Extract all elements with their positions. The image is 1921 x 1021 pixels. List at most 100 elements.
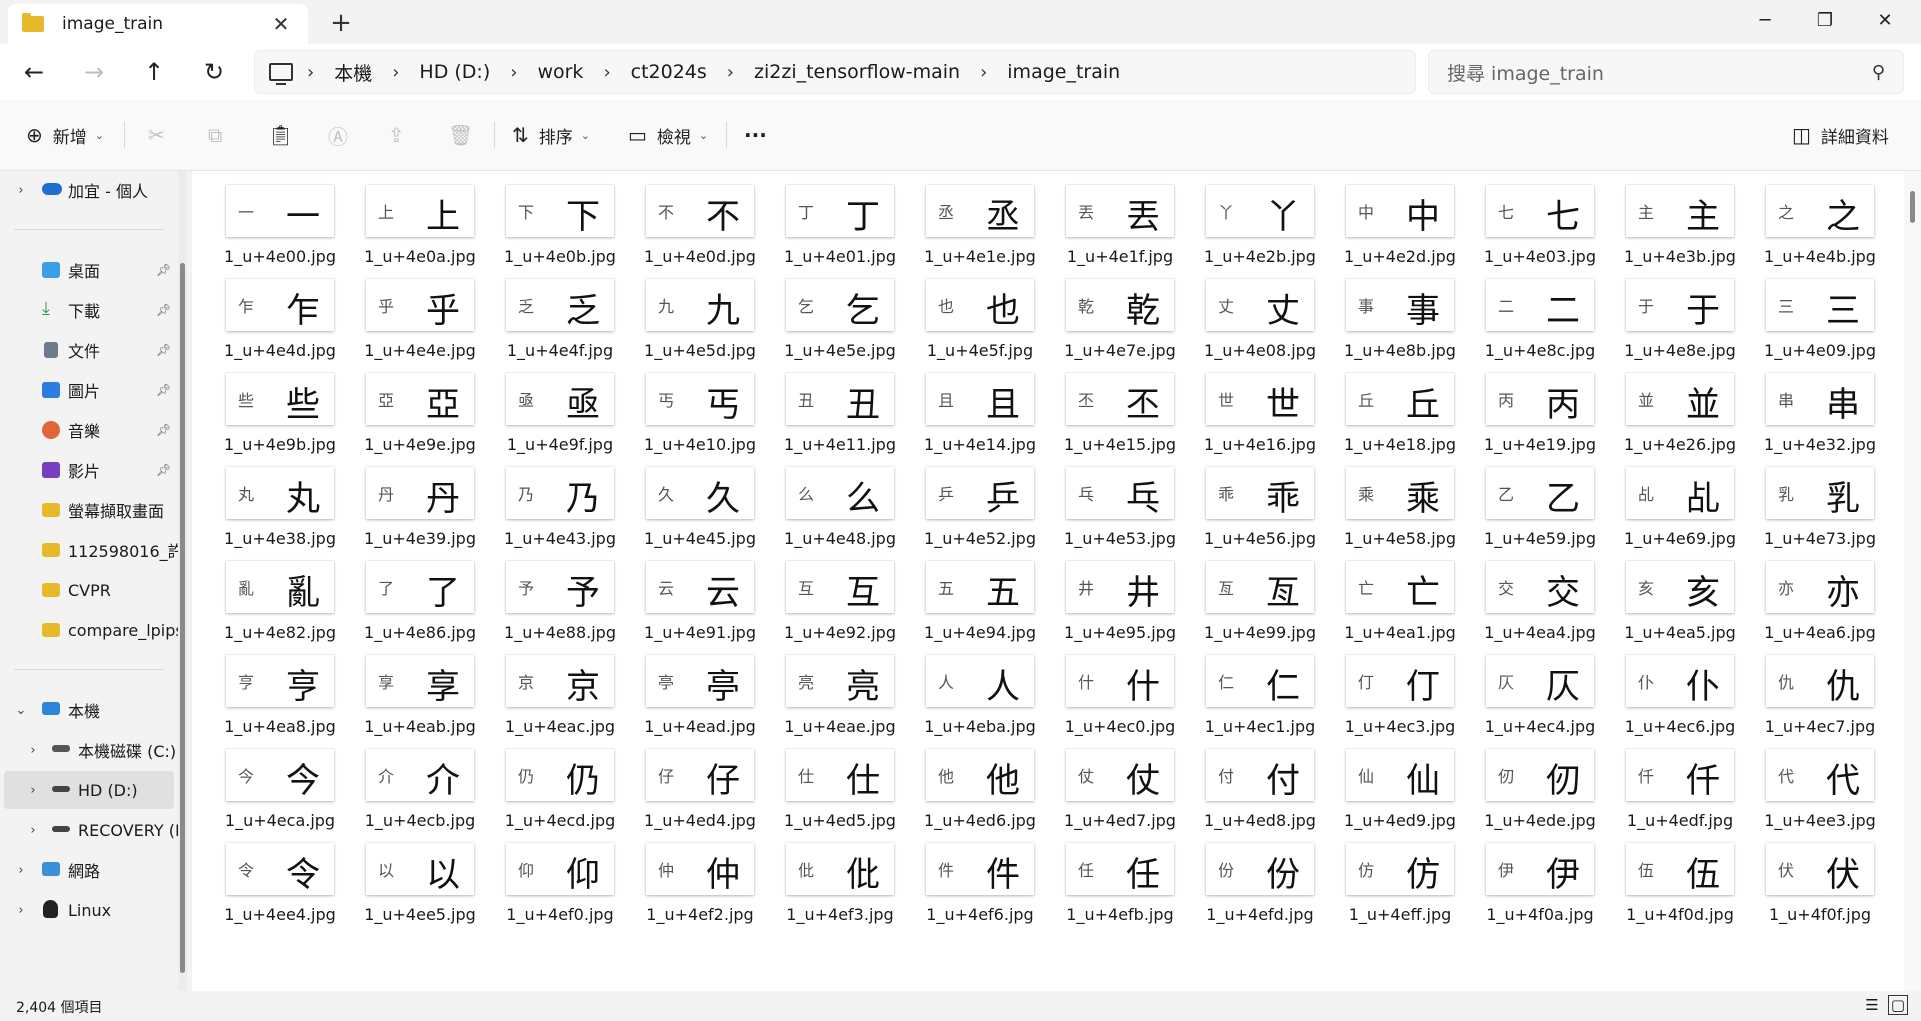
file-item[interactable]: 仕仕 1_u+4ed5.jpg: [780, 749, 920, 843]
image-thumbnail[interactable]: 享享: [366, 655, 474, 707]
file-item[interactable]: 丟丟 1_u+4e1f.jpg: [1060, 185, 1200, 279]
file-item[interactable]: 丸丸 1_u+4e38.jpg: [220, 467, 360, 561]
copy-button[interactable]: ⧉: [208, 118, 232, 152]
file-item[interactable]: 乍乍 1_u+4e4d.jpg: [220, 279, 360, 373]
pin-icon[interactable]: 📌︎: [156, 383, 171, 397]
image-thumbnail[interactable]: 伏伏: [1766, 843, 1874, 895]
image-thumbnail[interactable]: 他他: [926, 749, 1034, 801]
image-thumbnail[interactable]: 久久: [646, 467, 754, 519]
image-thumbnail[interactable]: 人人: [926, 655, 1034, 707]
file-item[interactable]: 仔仔 1_u+4ed4.jpg: [640, 749, 780, 843]
file-item[interactable]: 仰仰 1_u+4ef0.jpg: [500, 843, 640, 937]
image-thumbnail[interactable]: 什什: [1066, 655, 1174, 707]
image-thumbnail[interactable]: 並並: [1626, 373, 1734, 425]
file-item[interactable]: 也也 1_u+4e5f.jpg: [920, 279, 1060, 373]
sidebar-item-screenshots[interactable]: 螢幕擷取畫面: [0, 491, 176, 529]
file-item[interactable]: 伊伊 1_u+4f0a.jpg: [1480, 843, 1620, 937]
chevron-right-icon[interactable]: ›: [382, 62, 409, 83]
file-item[interactable]: 人人 1_u+4eba.jpg: [920, 655, 1060, 749]
file-item[interactable]: 享享 1_u+4eab.jpg: [360, 655, 500, 749]
image-thumbnail[interactable]: 了了: [366, 561, 474, 613]
image-thumbnail[interactable]: 二二: [1486, 279, 1594, 331]
image-thumbnail[interactable]: 乘乘: [1346, 467, 1454, 519]
image-thumbnail[interactable]: 下下: [506, 185, 614, 237]
image-thumbnail[interactable]: 丞丞: [926, 185, 1034, 237]
image-thumbnail[interactable]: 乾乾: [1066, 279, 1174, 331]
file-item[interactable]: 乾乾 1_u+4e7e.jpg: [1060, 279, 1200, 373]
pin-icon[interactable]: 📌︎: [156, 263, 171, 277]
file-item[interactable]: 乞乞 1_u+4e5e.jpg: [780, 279, 920, 373]
file-item[interactable]: 乓乓 1_u+4e53.jpg: [1060, 467, 1200, 561]
file-item[interactable]: 三三 1_u+4e09.jpg: [1760, 279, 1900, 373]
file-item[interactable]: 上上 1_u+4e0a.jpg: [360, 185, 500, 279]
chevron-right-icon[interactable]: ›: [970, 62, 997, 83]
chevron-right-icon[interactable]: ›: [26, 783, 40, 798]
image-thumbnail[interactable]: 九九: [646, 279, 754, 331]
file-item[interactable]: 丞丞 1_u+4e1e.jpg: [920, 185, 1060, 279]
file-item[interactable]: 令令 1_u+4ee4.jpg: [220, 843, 360, 937]
sidebar-item-network[interactable]: › 網路: [0, 851, 176, 889]
breadcrumb-item[interactable]: ct2024s: [621, 61, 717, 83]
chevron-right-icon[interactable]: ›: [14, 903, 28, 918]
rename-button[interactable]: Ⓐ: [328, 118, 358, 152]
file-item[interactable]: 么么 1_u+4e48.jpg: [780, 467, 920, 561]
file-item[interactable]: 伏伏 1_u+4f0f.jpg: [1760, 843, 1900, 937]
sidebar-item-this-pc[interactable]: ⌄ 本機: [0, 691, 176, 729]
file-item[interactable]: 付付 1_u+4ed8.jpg: [1200, 749, 1340, 843]
file-item[interactable]: 下下 1_u+4e0b.jpg: [500, 185, 640, 279]
sidebar-item-compare-lpips[interactable]: compare_lpips: [0, 611, 184, 649]
file-item[interactable]: 亟亟 1_u+4e9f.jpg: [500, 373, 640, 467]
image-thumbnail[interactable]: 仗仗: [1066, 749, 1174, 801]
image-thumbnail[interactable]: 不不: [646, 185, 754, 237]
image-thumbnail[interactable]: 世世: [1206, 373, 1314, 425]
file-item[interactable]: 乳乳 1_u+4e73.jpg: [1760, 467, 1900, 561]
file-item[interactable]: 乒乒 1_u+4e52.jpg: [920, 467, 1060, 561]
image-thumbnail[interactable]: 仲仲: [646, 843, 754, 895]
image-thumbnail[interactable]: 云云: [646, 561, 754, 613]
image-thumbnail[interactable]: 丘丘: [1346, 373, 1454, 425]
image-thumbnail[interactable]: 件件: [926, 843, 1034, 895]
image-thumbnail[interactable]: 令令: [226, 843, 334, 895]
file-item[interactable]: 仞仞 1_u+4ede.jpg: [1480, 749, 1620, 843]
image-thumbnail[interactable]: 伊伊: [1486, 843, 1594, 895]
image-thumbnail[interactable]: 仰仰: [506, 843, 614, 895]
sidebar-item-cvpr[interactable]: CVPR: [0, 571, 176, 609]
file-item[interactable]: 乖乖 1_u+4e56.jpg: [1200, 467, 1340, 561]
sidebar-item-documents[interactable]: 文件 📌︎: [0, 331, 176, 369]
pin-icon[interactable]: 📌︎: [156, 303, 171, 317]
image-thumbnail[interactable]: 代代: [1766, 749, 1874, 801]
pin-icon[interactable]: 📌︎: [156, 343, 171, 357]
file-item[interactable]: 丙丙 1_u+4e19.jpg: [1480, 373, 1620, 467]
file-item[interactable]: 亦亦 1_u+4ea6.jpg: [1760, 561, 1900, 655]
file-item[interactable]: 仇仇 1_u+4ec7.jpg: [1760, 655, 1900, 749]
image-thumbnail[interactable]: 仙仙: [1346, 749, 1454, 801]
image-thumbnail[interactable]: 介介: [366, 749, 474, 801]
sidebar-item-music[interactable]: 音樂 📌︎: [0, 411, 176, 449]
tab-image-train[interactable]: image_train ✕: [8, 4, 308, 44]
breadcrumb-item[interactable]: HD (D:): [409, 61, 500, 83]
sidebar-item-onedrive[interactable]: › 加宜 - 個人: [0, 171, 176, 209]
sidebar-item-pictures[interactable]: 圖片 📌︎: [0, 371, 176, 409]
image-thumbnail[interactable]: 一一: [226, 185, 334, 237]
view-button[interactable]: ▭ 檢視 ⌄: [628, 118, 708, 152]
details-pane-button[interactable]: ◫ 詳細資料: [1792, 118, 1889, 152]
image-thumbnail[interactable]: 任任: [1066, 843, 1174, 895]
image-thumbnail[interactable]: 亙亙: [1206, 561, 1314, 613]
image-thumbnail[interactable]: 之之: [1766, 185, 1874, 237]
sidebar-item-videos[interactable]: 影片 📌︎: [0, 451, 176, 489]
image-thumbnail[interactable]: 五五: [926, 561, 1034, 613]
image-thumbnail[interactable]: 些些: [226, 373, 334, 425]
forward-button[interactable]: →: [74, 54, 114, 90]
image-thumbnail[interactable]: 亭亭: [646, 655, 754, 707]
file-item[interactable]: 主主 1_u+4e3b.jpg: [1620, 185, 1760, 279]
file-item[interactable]: 什什 1_u+4ec0.jpg: [1060, 655, 1200, 749]
image-thumbnail[interactable]: 仔仔: [646, 749, 754, 801]
file-item[interactable]: 以以 1_u+4ee5.jpg: [360, 843, 500, 937]
image-thumbnail[interactable]: 亦亦: [1766, 561, 1874, 613]
image-thumbnail[interactable]: 仄仄: [1486, 655, 1594, 707]
file-item[interactable]: 丘丘 1_u+4e18.jpg: [1340, 373, 1480, 467]
file-item[interactable]: 丹丹 1_u+4e39.jpg: [360, 467, 500, 561]
search-input[interactable]: 搜尋 image_train ⚲: [1428, 50, 1904, 94]
file-item[interactable]: 仄仄 1_u+4ec4.jpg: [1480, 655, 1620, 749]
minimize-button[interactable]: ─: [1736, 0, 1794, 40]
